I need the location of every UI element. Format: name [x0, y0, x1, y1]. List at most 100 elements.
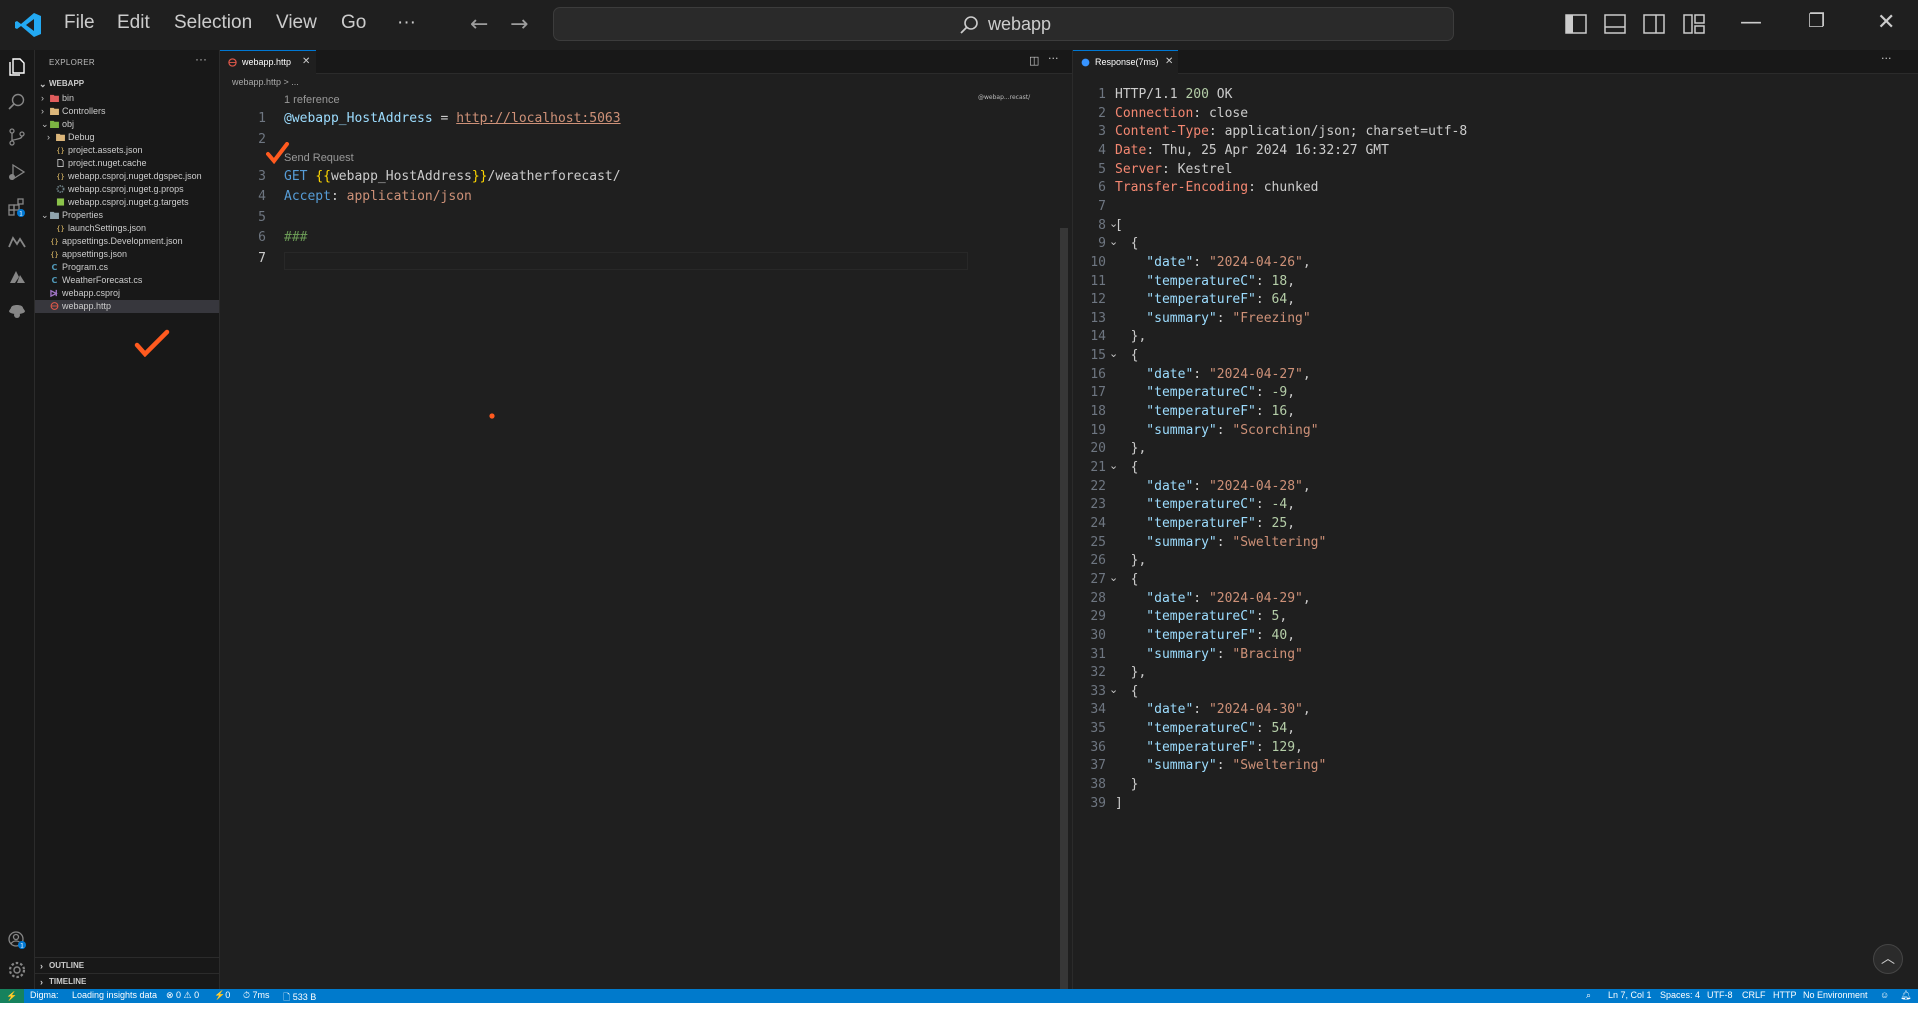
- response-line[interactable]: }: [1115, 777, 1139, 792]
- response-line[interactable]: "temperatureC": 54,: [1115, 721, 1295, 736]
- problems-status[interactable]: ⊗ 0 ⚠ 0: [166, 990, 199, 1001]
- tree-item[interactable]: {} project.assets.json: [35, 144, 219, 157]
- codelens-references[interactable]: 1 reference: [284, 94, 340, 106]
- explorer-more-icon[interactable]: ···: [195, 52, 207, 66]
- tree-root-webapp[interactable]: ⌄ WEBAPP: [35, 76, 219, 92]
- response-line[interactable]: },: [1115, 329, 1147, 344]
- response-line[interactable]: "summary": "Scorching": [1115, 423, 1318, 438]
- code-line-4[interactable]: Accept: application/json: [284, 189, 472, 204]
- tree-item[interactable]: {} appsettings.Development.json: [35, 235, 219, 248]
- remote-indicator-icon[interactable]: ⚡: [0, 989, 24, 1003]
- toggle-panel-icon[interactable]: [1604, 14, 1626, 34]
- response-line[interactable]: "summary": "Sweltering": [1115, 758, 1326, 773]
- response-line[interactable]: ]: [1115, 796, 1123, 811]
- response-line[interactable]: "date": "2024-04-27",: [1115, 367, 1310, 382]
- digma-icon[interactable]: [7, 232, 27, 252]
- response-line[interactable]: "summary": "Bracing": [1115, 647, 1303, 662]
- response-line[interactable]: "temperatureF": 16,: [1115, 404, 1295, 419]
- tree-item[interactable]: C WeatherForecast.cs: [35, 274, 219, 287]
- response-line[interactable]: "summary": "Sweltering": [1115, 535, 1326, 550]
- source-control-icon[interactable]: [7, 127, 27, 147]
- tree-item[interactable]: project.nuget.cache: [35, 157, 219, 170]
- response-line[interactable]: "date": "2024-04-26",: [1115, 255, 1310, 270]
- encoding-status[interactable]: UTF-8: [1707, 990, 1733, 1000]
- run-debug-icon[interactable]: [7, 162, 27, 182]
- response-line[interactable]: {: [1115, 572, 1139, 587]
- response-line[interactable]: },: [1115, 553, 1147, 568]
- notifications-bell-icon[interactable]: 🔔︎: [1900, 990, 1911, 1001]
- back-arrow-icon[interactable]: ←: [470, 12, 488, 37]
- tree-item[interactable]: › bin: [35, 92, 219, 105]
- close-window-icon[interactable]: ✕: [1877, 10, 1895, 35]
- tree-item[interactable]: › Debug: [35, 131, 219, 144]
- indentation-status[interactable]: Spaces: 4: [1660, 990, 1700, 1000]
- tree-item[interactable]: › Controllers: [35, 105, 219, 118]
- timeline-section[interactable]: › TIMELINE: [35, 973, 219, 989]
- response-time-status[interactable]: ⏱ 7ms: [243, 990, 270, 1001]
- code-line-1[interactable]: @webapp_HostAddress = http://localhost:5…: [284, 111, 621, 126]
- tree-item[interactable]: ⌄ Properties: [35, 209, 219, 222]
- accounts-icon[interactable]: 1: [7, 930, 27, 950]
- response-line[interactable]: "summary": "Freezing": [1115, 311, 1310, 326]
- response-line[interactable]: },: [1115, 665, 1147, 680]
- close-tab-icon[interactable]: ✕: [302, 51, 310, 73]
- response-line[interactable]: {: [1115, 684, 1139, 699]
- zoom-icon[interactable]: ⌕: [1586, 990, 1591, 1001]
- tree-item[interactable]: {} appsettings.json: [35, 248, 219, 261]
- tree-item[interactable]: ⌄ obj: [35, 118, 219, 131]
- response-line[interactable]: Date: Thu, 25 Apr 2024 16:32:27 GMT: [1115, 143, 1389, 158]
- response-line[interactable]: "date": "2024-04-30",: [1115, 702, 1310, 717]
- response-line[interactable]: {: [1115, 348, 1139, 363]
- response-line[interactable]: "temperatureF": 129,: [1115, 740, 1303, 755]
- menu-selection[interactable]: Selection: [174, 12, 252, 34]
- tree-item[interactable]: webapp.csproj.nuget.g.targets: [35, 196, 219, 209]
- tree-item[interactable]: webapp.csproj: [35, 287, 219, 300]
- copilot-icon[interactable]: ☺: [1880, 990, 1889, 1000]
- split-editor-icon[interactable]: ◫: [1029, 54, 1039, 67]
- tree-item[interactable]: C Program.cs: [35, 261, 219, 274]
- customize-layout-icon[interactable]: [1683, 14, 1705, 34]
- code-line-3[interactable]: GET {{webapp_HostAddress}}/weatherforeca…: [284, 169, 621, 184]
- tab-response[interactable]: Response(7ms) ✕: [1073, 50, 1178, 74]
- digma-status[interactable]: Digma:: [30, 990, 59, 1000]
- restore-icon[interactable]: ❐: [1808, 10, 1825, 32]
- menu-file[interactable]: File: [64, 12, 95, 34]
- response-line[interactable]: },: [1115, 441, 1147, 456]
- cursor-position-status[interactable]: Ln 7, Col 1: [1608, 990, 1652, 1000]
- code-line-6[interactable]: ###: [284, 230, 307, 245]
- response-line[interactable]: "temperatureC": -9,: [1115, 385, 1295, 400]
- codelens-send-request[interactable]: Send Request: [284, 152, 354, 164]
- docker-icon[interactable]: [7, 300, 27, 320]
- response-line[interactable]: "temperatureC": -4,: [1115, 497, 1295, 512]
- response-line[interactable]: "temperatureC": 5,: [1115, 609, 1287, 624]
- language-mode-status[interactable]: HTTP: [1773, 990, 1797, 1000]
- menu-more[interactable]: ···: [397, 12, 416, 34]
- breadcrumb[interactable]: webapp.http > ...: [232, 77, 299, 87]
- menu-view[interactable]: View: [276, 12, 317, 34]
- menu-edit[interactable]: Edit: [117, 12, 150, 34]
- editor-scrollbar[interactable]: [1060, 228, 1068, 989]
- environment-status[interactable]: No Environment: [1803, 990, 1868, 1000]
- response-line[interactable]: Content-Type: application/json; charset=…: [1115, 124, 1467, 139]
- manage-gear-icon[interactable]: [7, 960, 27, 980]
- response-line[interactable]: "temperatureF": 25,: [1115, 516, 1295, 531]
- minimize-icon[interactable]: —: [1740, 10, 1762, 35]
- explorer-icon[interactable]: [7, 57, 27, 77]
- tree-item[interactable]: webapp.http: [35, 300, 219, 313]
- tab-webapp-http[interactable]: webapp.http ✕: [220, 50, 316, 74]
- response-line[interactable]: "temperatureC": 18,: [1115, 274, 1295, 289]
- response-line[interactable]: {: [1115, 236, 1139, 251]
- response-line[interactable]: "date": "2024-04-29",: [1115, 591, 1310, 606]
- menu-go[interactable]: Go: [341, 12, 366, 34]
- minimap[interactable]: @webap...recast/: [978, 94, 1030, 101]
- scroll-to-top-button[interactable]: ︿: [1873, 944, 1903, 974]
- forward-arrow-icon[interactable]: →: [510, 12, 528, 37]
- editor-more-icon[interactable]: ···: [1048, 52, 1059, 65]
- outline-section[interactable]: › OUTLINE: [35, 957, 219, 973]
- ports-status[interactable]: ⚡0: [214, 990, 230, 1001]
- response-line[interactable]: "date": "2024-04-28",: [1115, 479, 1310, 494]
- extensions-icon[interactable]: 1: [7, 197, 27, 217]
- toggle-primary-sidebar-icon[interactable]: [1565, 14, 1587, 34]
- search-sidebar-icon[interactable]: [7, 92, 27, 112]
- toggle-secondary-sidebar-icon[interactable]: [1643, 14, 1665, 34]
